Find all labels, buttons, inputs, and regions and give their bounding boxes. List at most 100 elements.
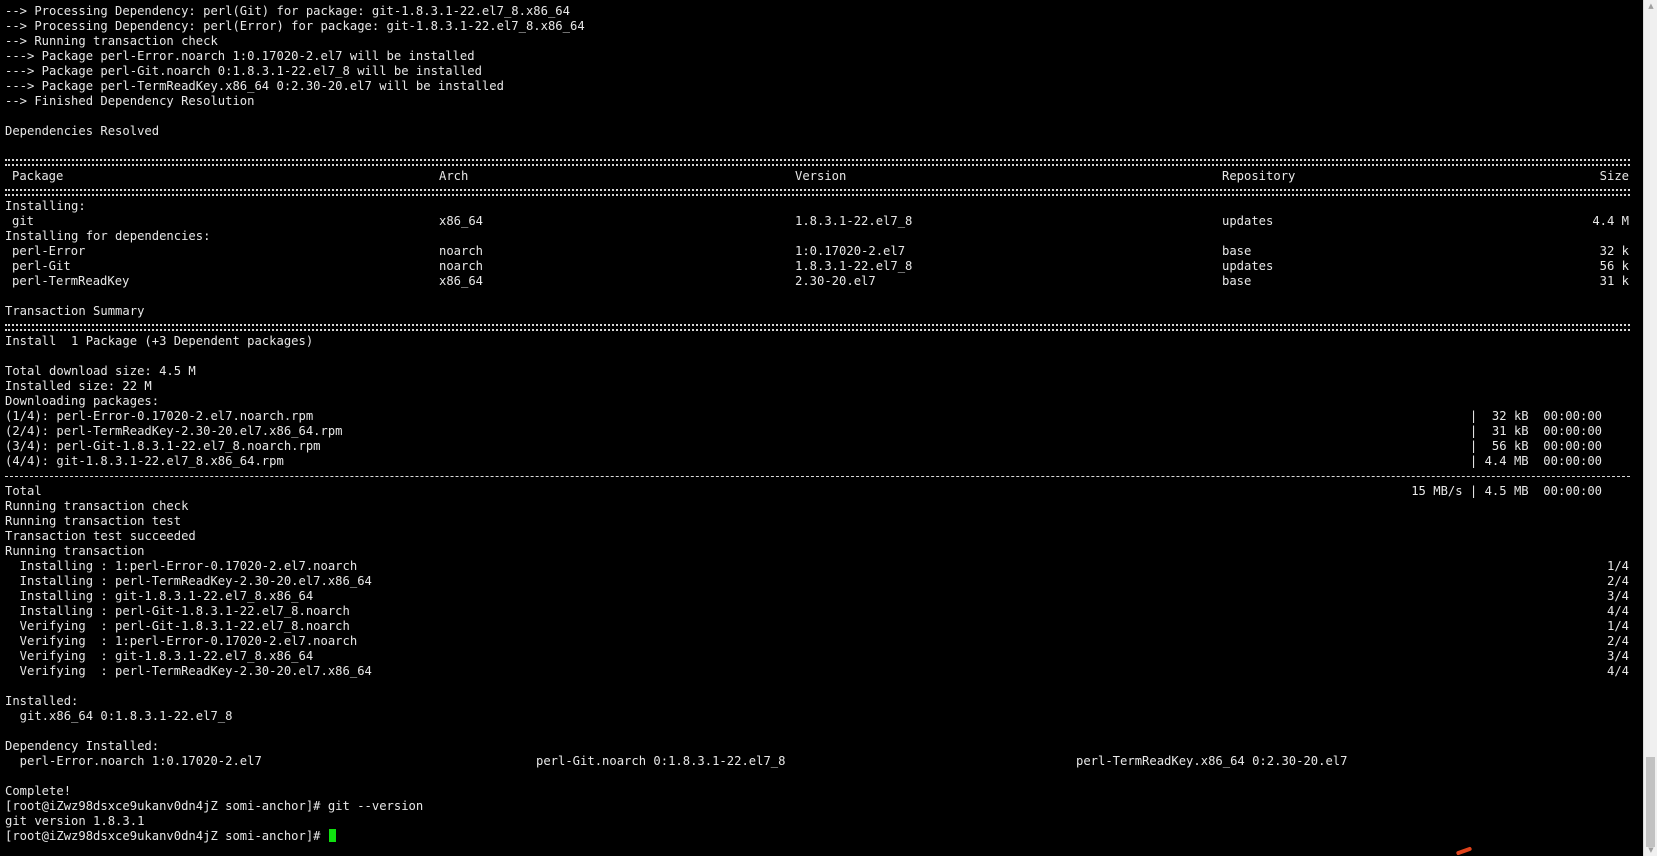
total-label: Total: [5, 484, 42, 498]
cell-repo: base: [1222, 274, 1252, 288]
download-row: (1/4): perl-Error-0.17020-2.el7.noarch.r…: [5, 409, 1630, 424]
progress-text: Installing : perl-TermReadKey-2.30-20.el…: [5, 574, 372, 588]
cell-version: 1:0.17020-2.el7: [795, 244, 906, 258]
progress-count: 3/4: [1606, 649, 1629, 663]
scroll-up-arrow-icon[interactable]: ▲: [1647, 2, 1655, 10]
version-output: git version 1.8.3.1: [5, 814, 145, 828]
text-cursor: [328, 829, 336, 842]
cell-size: 4.4 M: [1592, 214, 1629, 228]
scroll-thumb[interactable]: [1646, 757, 1655, 847]
progress-row: Installing : git-1.8.3.1-22.el7_8.x86_64…: [5, 589, 1630, 604]
terminal-window[interactable]: --> Processing Dependency: perl(Git) for…: [0, 0, 1643, 856]
cell-package: git: [12, 214, 35, 228]
cell-arch: x86_64: [439, 214, 484, 228]
transaction-summary-title: Transaction Summary: [5, 304, 145, 318]
table-row: perl-Git noarch 1.8.3.1-22.el7_8 updates…: [5, 259, 1630, 274]
cell-package: perl-Error: [12, 244, 86, 258]
dashed-rule: [5, 469, 1630, 484]
complete-line: Complete!: [5, 784, 72, 798]
header-version: Version: [795, 169, 847, 183]
progress-text: Installing : 1:perl-Error-0.17020-2.el7.…: [5, 559, 358, 573]
output-line: --> Finished Dependency Resolution: [5, 94, 255, 108]
cell-repo: updates: [1222, 214, 1274, 228]
downloading-label: Downloading packages:: [5, 394, 160, 408]
installed-item: git.x86_64 0:1.8.3.1-22.el7_8: [5, 709, 233, 723]
header-arch: Arch: [439, 169, 469, 183]
cell-arch: noarch: [439, 259, 484, 273]
header-size: Size: [1599, 169, 1629, 183]
terminal-output: --> Processing Dependency: perl(Git) for…: [5, 4, 1630, 844]
installed-size-line: Installed size: 22 M: [5, 379, 152, 393]
output-line: Running transaction: [5, 544, 145, 558]
progress-text: Verifying : git-1.8.3.1-22.el7_8.x86_64: [5, 649, 314, 663]
prompt-line[interactable]: [root@iZwz98dsxce9ukanv0dn4jZ somi-ancho…: [5, 829, 1630, 844]
progress-text: Installing : perl-Git-1.8.3.1-22.el7_8.n…: [5, 604, 350, 618]
dependency-installed-label: Dependency Installed:: [5, 739, 160, 753]
download-stat: | 31 kB 00:00:00: [1469, 424, 1602, 438]
download-row: (3/4): perl-Git-1.8.3.1-22.el7_8.noarch.…: [5, 439, 1630, 454]
total-row: Total 15 MB/s | 4.5 MB 00:00:00: [5, 484, 1630, 499]
installed-label: Installed:: [5, 694, 79, 708]
download-stat: | 4.4 MB 00:00:00: [1469, 454, 1602, 468]
command-line: [root@iZwz98dsxce9ukanv0dn4jZ somi-ancho…: [5, 799, 424, 813]
cell-size: 56 k: [1599, 259, 1629, 273]
download-name: (4/4): git-1.8.3.1-22.el7_8.x86_64.rpm: [5, 454, 284, 468]
scroll-down-arrow-icon[interactable]: ▼: [1647, 846, 1655, 854]
download-row: (2/4): perl-TermReadKey-2.30-20.el7.x86_…: [5, 424, 1630, 439]
progress-row: Verifying : 1:perl-Error-0.17020-2.el7.n…: [5, 634, 1630, 649]
progress-row: Installing : 1:perl-Error-0.17020-2.el7.…: [5, 559, 1630, 574]
progress-row: Installing : perl-TermReadKey-2.30-20.el…: [5, 574, 1630, 589]
cell-size: 32 k: [1599, 244, 1629, 258]
header-repository: Repository: [1222, 169, 1296, 183]
header-package: Package: [12, 169, 64, 183]
progress-count: 4/4: [1606, 664, 1629, 678]
cell-version: 1.8.3.1-22.el7_8: [795, 259, 913, 273]
double-rule: [5, 319, 1630, 334]
progress-count: 4/4: [1606, 604, 1629, 618]
dependencies-resolved-line: Dependencies Resolved: [5, 124, 160, 138]
output-line: --> Running transaction check: [5, 34, 218, 48]
progress-row: Verifying : git-1.8.3.1-22.el7_8.x86_64 …: [5, 649, 1630, 664]
dependency-installed-row: perl-Error.noarch 1:0.17020-2.el7 perl-G…: [5, 754, 1630, 769]
vertical-scrollbar[interactable]: ▲ ▼: [1643, 0, 1657, 856]
cell-package: perl-Git: [12, 259, 71, 273]
table-row: perl-TermReadKey x86_64 2.30-20.el7 base…: [5, 274, 1630, 289]
progress-row: Verifying : perl-Git-1.8.3.1-22.el7_8.no…: [5, 619, 1630, 634]
table-row: git x86_64 1.8.3.1-22.el7_8 updates 4.4 …: [5, 214, 1630, 229]
cell-repo: updates: [1222, 259, 1274, 273]
total-stat: 15 MB/s | 4.5 MB 00:00:00: [1411, 484, 1602, 498]
dependency-installed-item: perl-Error.noarch 1:0.17020-2.el7: [5, 754, 262, 768]
progress-row: Verifying : perl-TermReadKey-2.30-20.el7…: [5, 664, 1630, 679]
output-line: ---> Package perl-Error.noarch 1:0.17020…: [5, 49, 475, 63]
output-line: Transaction test succeeded: [5, 529, 196, 543]
progress-row: Installing : perl-Git-1.8.3.1-22.el7_8.n…: [5, 604, 1630, 619]
download-row: (4/4): git-1.8.3.1-22.el7_8.x86_64.rpm |…: [5, 454, 1630, 469]
download-name: (2/4): perl-TermReadKey-2.30-20.el7.x86_…: [5, 424, 343, 438]
cell-package: perl-TermReadKey: [12, 274, 130, 288]
download-name: (3/4): perl-Git-1.8.3.1-22.el7_8.noarch.…: [5, 439, 321, 453]
progress-text: Verifying : 1:perl-Error-0.17020-2.el7.n…: [5, 634, 358, 648]
installing-label: Installing:: [5, 199, 86, 213]
cell-arch: x86_64: [439, 274, 484, 288]
download-stat: | 32 kB 00:00:00: [1469, 409, 1602, 423]
cell-arch: noarch: [439, 244, 484, 258]
progress-count: 2/4: [1606, 634, 1629, 648]
download-stat: | 56 kB 00:00:00: [1469, 439, 1602, 453]
shell-prompt: [root@iZwz98dsxce9ukanv0dn4jZ somi-ancho…: [5, 829, 328, 843]
cell-version: 1.8.3.1-22.el7_8: [795, 214, 913, 228]
download-name: (1/4): perl-Error-0.17020-2.el7.noarch.r…: [5, 409, 314, 423]
download-size-line: Total download size: 4.5 M: [5, 364, 196, 378]
cell-repo: base: [1222, 244, 1252, 258]
dependency-installed-item: perl-TermReadKey.x86_64 0:2.30-20.el7: [1076, 754, 1348, 768]
progress-count: 3/4: [1606, 589, 1629, 603]
output-line: Running transaction check: [5, 499, 189, 513]
output-line: --> Processing Dependency: perl(Git) for…: [5, 4, 570, 18]
deps-label: Installing for dependencies:: [5, 229, 211, 243]
double-rule: [5, 154, 1630, 169]
output-line: Running transaction test: [5, 514, 182, 528]
